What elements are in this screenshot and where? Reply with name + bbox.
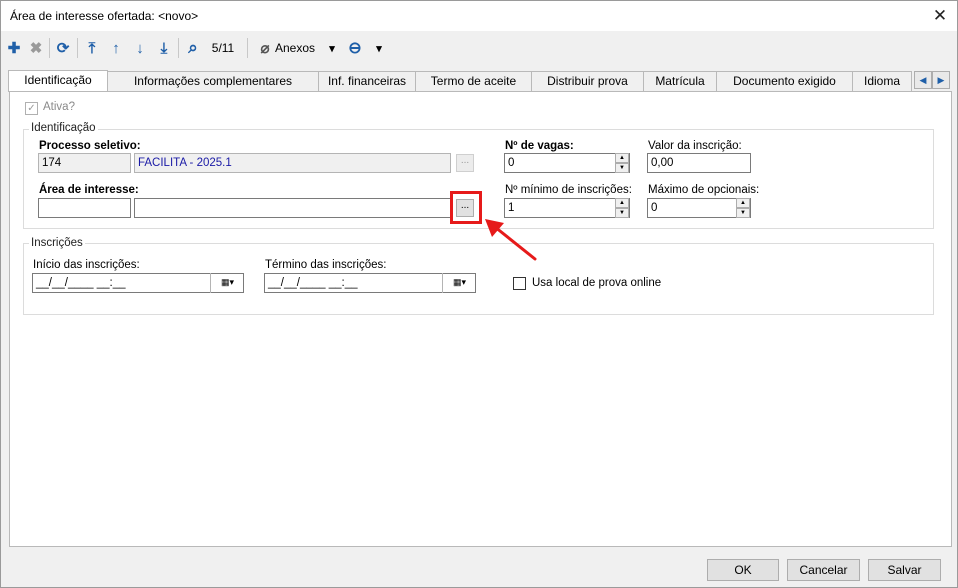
annotation-arrow bbox=[485, 219, 537, 261]
tab-scroll-right-icon[interactable]: ▶ bbox=[932, 71, 950, 89]
previous-record-icon[interactable]: ↑ bbox=[107, 37, 125, 59]
close-icon[interactable]: ✕ bbox=[929, 5, 951, 27]
spin-down-icon[interactable]: ▼ bbox=[736, 208, 750, 218]
options-icon[interactable]: ⊖ bbox=[345, 37, 365, 59]
maximo-spinner: ▲ ▼ bbox=[736, 198, 750, 218]
processo-seletivo-name-field: FACILITA - 2025.1 bbox=[134, 153, 451, 173]
tab-inf-financeiras[interactable]: Inf. financeiras bbox=[318, 71, 416, 91]
last-record-icon[interactable]: ⤓ bbox=[155, 37, 173, 59]
vagas-field[interactable]: 0 bbox=[504, 153, 630, 173]
area-interesse-label: Área de interesse: bbox=[39, 184, 139, 196]
termino-inscricoes-label: Término das inscrições: bbox=[265, 259, 387, 271]
tab-matricula[interactable]: Matrícula bbox=[643, 71, 717, 91]
area-interesse-name-field bbox=[134, 198, 451, 218]
ativa-label: Ativa? bbox=[43, 101, 75, 113]
title-bar: Área de interesse ofertada: <novo> ✕ bbox=[1, 1, 957, 31]
calendar-icon[interactable]: ▦▾ bbox=[210, 273, 244, 293]
highlight-box bbox=[450, 191, 482, 224]
attachments-label[interactable]: Anexos bbox=[275, 37, 323, 59]
processo-browse-button[interactable]: ... bbox=[456, 154, 474, 172]
tab-identificacao[interactable]: Identificação bbox=[8, 70, 108, 92]
area-interesse-code-field[interactable] bbox=[38, 198, 131, 218]
paperclip-icon[interactable]: ⌀ bbox=[256, 37, 274, 59]
vagas-label: Nº de vagas: bbox=[505, 140, 574, 152]
online-label: Usa local de prova online bbox=[532, 277, 662, 289]
cancel-button[interactable]: Cancelar bbox=[787, 559, 860, 581]
next-record-icon[interactable]: ↓ bbox=[131, 37, 149, 59]
spin-up-icon[interactable]: ▲ bbox=[736, 198, 750, 208]
spin-down-icon[interactable]: ▼ bbox=[615, 208, 629, 218]
processo-seletivo-label: Processo seletivo: bbox=[39, 140, 141, 152]
toolbar-separator bbox=[49, 38, 50, 58]
chevron-down-icon[interactable]: ▾ bbox=[372, 37, 386, 59]
tab-distribuir-prova[interactable]: Distribuir prova bbox=[531, 71, 644, 91]
add-icon[interactable]: ✚ bbox=[5, 37, 23, 59]
ok-button[interactable]: OK bbox=[707, 559, 779, 581]
spin-down-icon[interactable]: ▼ bbox=[615, 163, 629, 173]
record-counter: 5/11 bbox=[211, 41, 235, 55]
refresh-icon[interactable]: ⟳ bbox=[54, 37, 72, 59]
tab-scroll-left-icon[interactable]: ◀ bbox=[914, 71, 932, 89]
inicio-inscricoes-label: Início das inscrições: bbox=[33, 259, 140, 271]
toolbar-separator bbox=[247, 38, 248, 58]
processo-seletivo-code-field[interactable]: 174 bbox=[38, 153, 131, 173]
valor-inscricao-label: Valor da inscrição: bbox=[648, 140, 742, 152]
spin-up-icon[interactable]: ▲ bbox=[615, 198, 629, 208]
dialog-window: Área de interesse ofertada: <novo> ✕ ✚ ✖… bbox=[0, 0, 958, 588]
valor-inscricao-field[interactable]: 0,00 bbox=[647, 153, 751, 173]
search-icon[interactable]: ⌕ bbox=[183, 37, 203, 59]
minimo-spinner: ▲ ▼ bbox=[615, 198, 629, 218]
tab-strip: Informações complementares Inf. financei… bbox=[6, 70, 952, 92]
minimo-inscricoes-label: Nº mínimo de inscrições: bbox=[505, 184, 632, 196]
spin-up-icon[interactable]: ▲ bbox=[615, 153, 629, 163]
ativa-checkbox[interactable]: ✓ bbox=[25, 102, 38, 115]
inscricoes-group-title: Inscrições bbox=[29, 237, 85, 249]
delete-icon[interactable]: ✖ bbox=[27, 37, 45, 59]
save-button[interactable]: Salvar bbox=[868, 559, 941, 581]
identificacao-group-title: Identificação bbox=[29, 122, 98, 134]
calendar-icon[interactable]: ▦▾ bbox=[442, 273, 476, 293]
chevron-down-icon[interactable]: ▾ bbox=[325, 37, 339, 59]
first-record-icon[interactable]: ⤒ bbox=[83, 37, 101, 59]
window-title: Área de interesse ofertada: <novo> bbox=[10, 9, 199, 23]
toolbar-separator bbox=[77, 38, 78, 58]
toolbar-separator bbox=[178, 38, 179, 58]
vagas-spinner: ▲ ▼ bbox=[615, 153, 629, 173]
tab-informacoes-complementares[interactable]: Informações complementares bbox=[107, 71, 319, 91]
tab-idioma[interactable]: Idioma bbox=[852, 71, 912, 91]
tab-documento-exigido[interactable]: Documento exigido bbox=[716, 71, 853, 91]
online-checkbox[interactable] bbox=[513, 277, 526, 290]
tab-termo-de-aceite[interactable]: Termo de aceite bbox=[415, 71, 532, 91]
toolbar: ✚ ✖ ⟳ ⤒ ↑ ↓ ⤓ ⌕ 5/11 ⌀ Anexos ▾ ⊖ ▾ bbox=[1, 34, 957, 62]
maximo-opcionais-label: Máximo de opcionais: bbox=[648, 184, 760, 196]
tab-panel: ✓ Ativa? Identificação Processo seletivo… bbox=[9, 91, 952, 547]
